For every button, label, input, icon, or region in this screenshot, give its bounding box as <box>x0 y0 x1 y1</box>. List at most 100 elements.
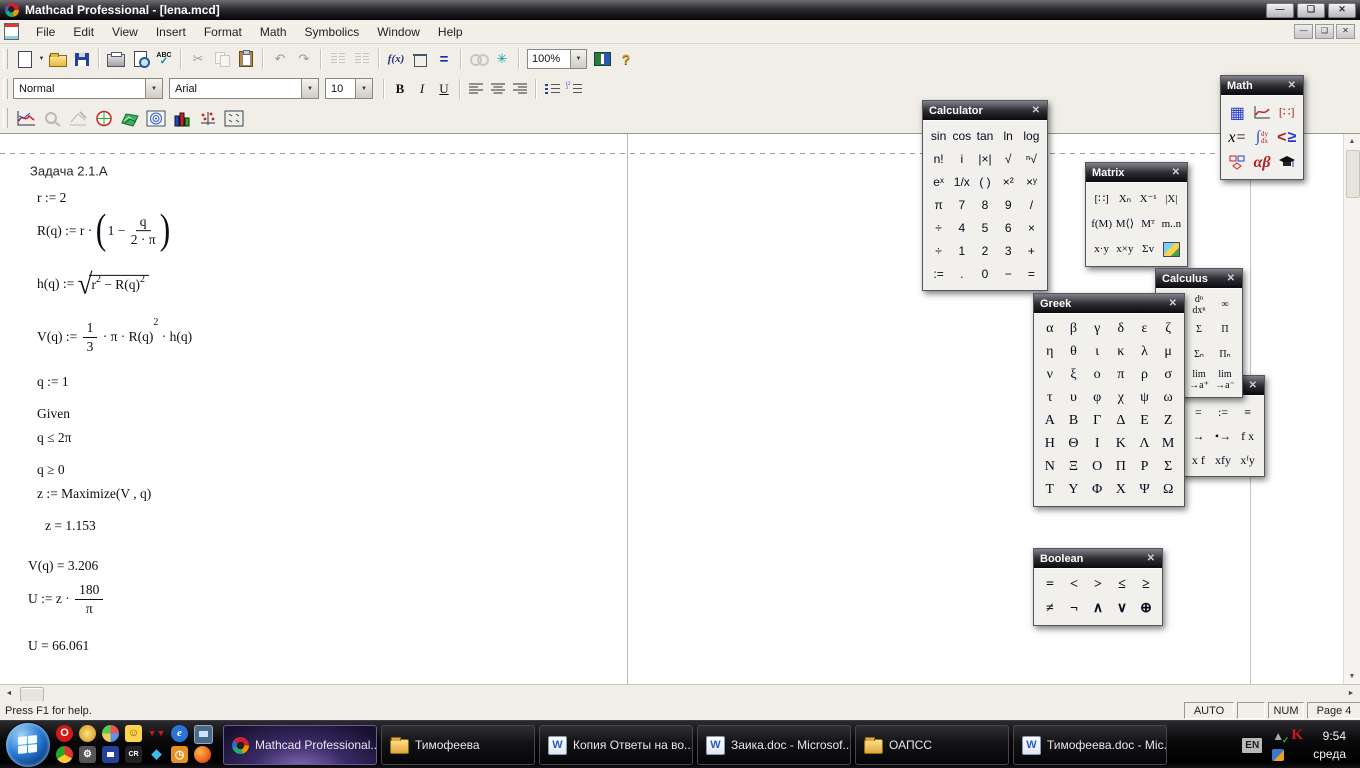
calculator-key[interactable]: . <box>950 263 973 286</box>
spell-check-button[interactable]: ABC ✓ <box>152 47 176 71</box>
menu-help[interactable]: Help <box>429 22 472 42</box>
greek-key[interactable]: Φ <box>1085 479 1109 502</box>
menu-file[interactable]: File <box>27 22 64 42</box>
calculus-key[interactable]: ∞ <box>1212 293 1238 318</box>
boolean-key[interactable]: < <box>1062 573 1086 597</box>
quicklaunch-floppy-icon[interactable] <box>102 745 119 763</box>
boolean-key[interactable]: ≤ <box>1110 573 1134 597</box>
greek-key[interactable]: φ <box>1085 387 1109 410</box>
matrix-key[interactable]: x×y <box>1113 237 1136 262</box>
boolean-key[interactable]: ≠ <box>1038 597 1062 621</box>
greek-key[interactable]: ο <box>1085 364 1109 387</box>
calculator-key[interactable]: := <box>927 263 950 286</box>
greek-key[interactable]: θ <box>1062 341 1086 364</box>
calculator-key[interactable]: 0 <box>973 263 996 286</box>
taskbar-task[interactable]: Mathcad Professional... <box>223 725 377 765</box>
calculus-toolbar-button[interactable]: ∫ dy dx <box>1250 125 1275 150</box>
quicklaunch-desktop-icon[interactable] <box>194 724 213 744</box>
math-region[interactable]: Given <box>37 406 70 422</box>
calculator-key[interactable]: 1/x <box>950 171 973 194</box>
help-button[interactable]: ? <box>614 47 638 71</box>
calculator-key[interactable]: 5 <box>973 217 996 240</box>
calculator-key[interactable]: |×| <box>973 148 996 171</box>
greek-key[interactable]: Χ <box>1109 479 1133 502</box>
calculus-key[interactable]: Πₙ <box>1212 343 1238 368</box>
calculus-key[interactable]: lim →a⁺ <box>1186 368 1212 393</box>
calculator-key[interactable]: + <box>1020 240 1043 263</box>
greek-key[interactable]: Η <box>1038 433 1062 456</box>
evaluation-key[interactable]: f x <box>1235 424 1260 448</box>
bar-3d-plot-button[interactable] <box>169 106 195 130</box>
taskbar-task[interactable]: ОАПСС <box>855 725 1009 765</box>
calculator-key[interactable]: tan <box>973 125 996 148</box>
menu-window[interactable]: Window <box>368 22 429 42</box>
quicklaunch-firefox-icon[interactable] <box>194 745 211 763</box>
close-icon[interactable]: ✕ <box>1145 553 1157 564</box>
quicklaunch-cr-icon[interactable]: CR <box>125 745 142 763</box>
greek-key[interactable]: Γ <box>1085 410 1109 433</box>
greek-key[interactable]: σ <box>1156 364 1180 387</box>
usb-safely-remove-icon[interactable]: ▲ <box>1269 727 1289 746</box>
align-right-button[interactable] <box>509 78 531 99</box>
greek-key[interactable]: ν <box>1038 364 1062 387</box>
greek-key[interactable]: Τ <box>1038 479 1062 502</box>
underline-button[interactable]: U <box>433 78 455 99</box>
numbered-list-button[interactable] <box>563 78 585 99</box>
calculator-key[interactable]: ( ) <box>973 171 996 194</box>
taskbar-task[interactable]: W Заика.doc - Microsof... <box>697 725 851 765</box>
zoom-dropdown-arrow[interactable]: ▼ <box>570 50 586 68</box>
font-size-select[interactable]: 10 ▼ <box>325 78 373 99</box>
matrix-key[interactable]: m..n <box>1160 212 1183 237</box>
math-region[interactable]: U := z · 180 π <box>28 582 105 616</box>
contour-plot-button[interactable] <box>143 106 169 130</box>
greek-key[interactable]: Β <box>1062 410 1086 433</box>
greek-key[interactable]: Υ <box>1062 479 1086 502</box>
matrix-key[interactable]: Σv <box>1137 237 1160 262</box>
calculator-key[interactable]: i <box>950 148 973 171</box>
quicklaunch-opera-icon[interactable]: O <box>56 724 73 742</box>
quicklaunch-smiley-icon[interactable]: ☺ <box>125 724 142 742</box>
calculator-key[interactable]: 8 <box>973 194 996 217</box>
document-icon[interactable] <box>4 23 19 40</box>
calculator-key[interactable]: ÷ <box>927 240 950 263</box>
calculus-key[interactable]: Σₙ <box>1186 343 1212 368</box>
calculus-key[interactable]: Π <box>1212 318 1238 343</box>
vertical-scroll-thumb[interactable] <box>1346 150 1360 198</box>
insert-unit-button[interactable] <box>408 47 432 71</box>
mdi-minimize-button[interactable]: — <box>1294 24 1313 39</box>
math-region[interactable]: Задача 2.1.А <box>30 164 108 179</box>
zoom-select[interactable]: 100% ▼ <box>527 49 587 69</box>
math-region[interactable]: q := 1 <box>37 374 69 390</box>
calculator-key[interactable]: × <box>1020 217 1043 240</box>
greek-key[interactable]: τ <box>1038 387 1062 410</box>
greek-key[interactable]: η <box>1038 341 1062 364</box>
greek-key[interactable]: α <box>1038 318 1062 341</box>
math-region[interactable]: V(q) = 3.206 <box>28 558 98 574</box>
restore-button[interactable]: ❏ <box>1297 2 1325 18</box>
palette-greek-titlebar[interactable]: Greek ✕ <box>1034 294 1184 313</box>
greek-key[interactable]: β <box>1062 318 1086 341</box>
greek-key[interactable]: Ρ <box>1133 456 1157 479</box>
palette-calculus-titlebar[interactable]: Calculus ✕ <box>1156 269 1242 288</box>
calculator-key[interactable]: / <box>1020 194 1043 217</box>
align-left-button[interactable] <box>465 78 487 99</box>
toolbar-grip[interactable] <box>3 78 8 99</box>
evaluation-toolbar-button[interactable]: x= <box>1225 125 1250 150</box>
evaluation-key[interactable]: = <box>1186 400 1211 424</box>
greek-key[interactable]: Π <box>1109 456 1133 479</box>
scroll-left-icon[interactable]: ◄ <box>2 687 16 700</box>
boolean-key[interactable]: ∧ <box>1086 597 1110 621</box>
greek-key[interactable]: Μ <box>1156 433 1180 456</box>
calculator-key[interactable]: ÷ <box>927 217 950 240</box>
quicklaunch-dc-icon[interactable] <box>79 724 96 742</box>
xy-plot-button[interactable] <box>13 106 39 130</box>
scroll-up-icon[interactable]: ▲ <box>1345 135 1359 149</box>
menu-insert[interactable]: Insert <box>147 22 195 42</box>
calculator-key[interactable]: sin <box>927 125 950 148</box>
close-icon[interactable]: ✕ <box>1170 167 1182 178</box>
calculator-key[interactable]: = <box>1020 263 1043 286</box>
evaluation-key[interactable]: xᶠy <box>1235 448 1260 472</box>
boolean-key[interactable]: ⊕ <box>1134 597 1158 621</box>
size-dropdown-arrow[interactable]: ▼ <box>355 79 372 98</box>
matrix-key[interactable]: Xₙ <box>1113 187 1136 212</box>
